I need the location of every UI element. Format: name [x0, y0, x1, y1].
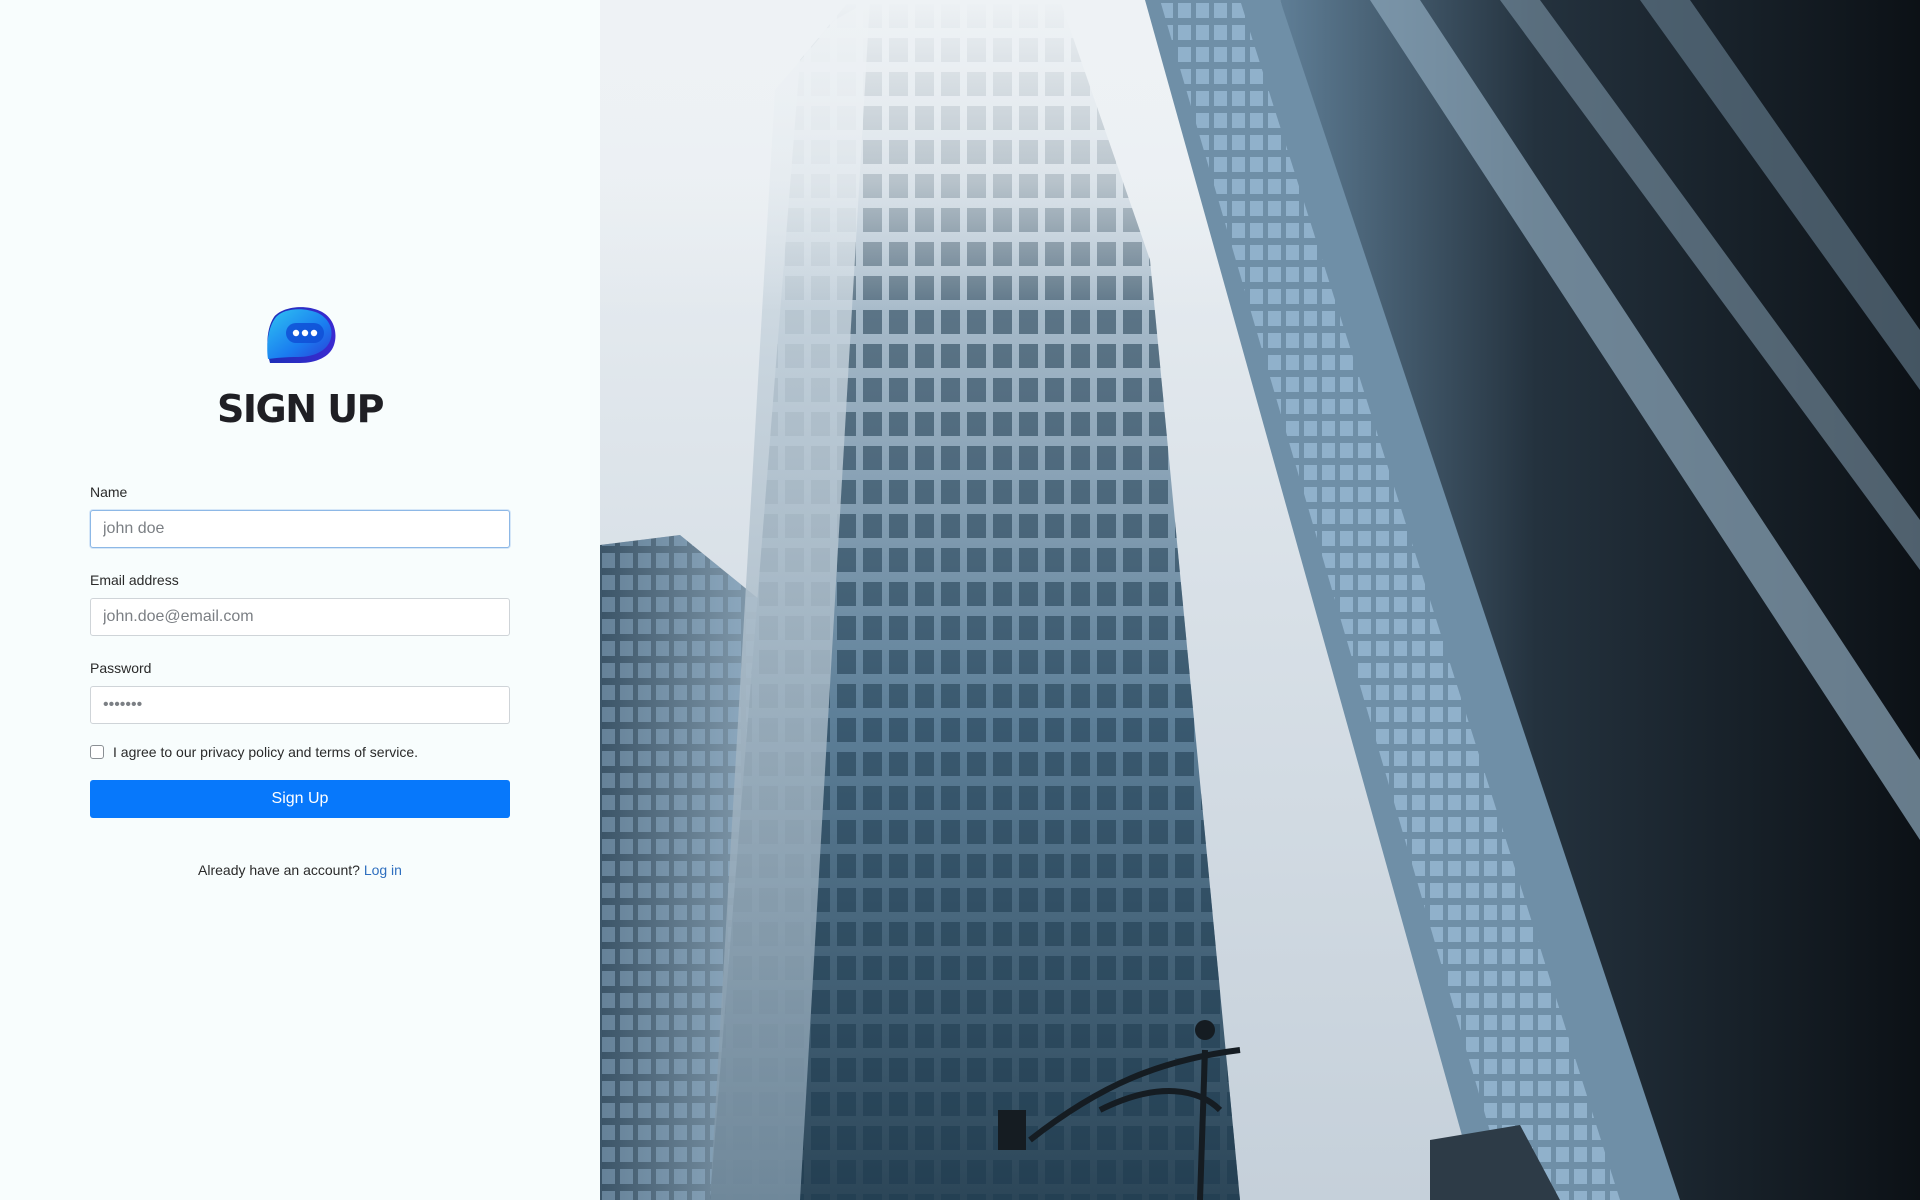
password-field-group: Password [90, 660, 510, 724]
login-prompt-text: Already have an account? [198, 862, 360, 878]
password-input[interactable] [90, 686, 510, 724]
name-input[interactable] [90, 510, 510, 548]
signup-form: Name Email address Password I agree to o… [90, 484, 510, 818]
skyscrapers-illustration [600, 0, 1920, 1200]
page-title: SIGN UP [217, 387, 384, 431]
signup-panel: SIGN UP Name Email address Password I ag… [0, 0, 600, 1200]
chat-bubble-logo-icon [267, 307, 336, 363]
login-link[interactable]: Log in [364, 862, 402, 878]
city-skyscrapers-photo [600, 0, 1920, 1200]
sign-up-button[interactable]: Sign Up [90, 780, 510, 818]
signup-page: SIGN UP Name Email address Password I ag… [0, 0, 1920, 1200]
name-field-group: Name [90, 484, 510, 548]
email-label: Email address [90, 572, 179, 588]
email-field-group: Email address [90, 572, 510, 636]
login-prompt-row: Already have an account? Log in [0, 862, 600, 878]
email-input[interactable] [90, 598, 510, 636]
password-label: Password [90, 660, 152, 676]
agree-checkbox[interactable] [90, 745, 104, 759]
name-label: Name [90, 484, 128, 500]
agree-label: I agree to our privacy policy and terms … [113, 744, 419, 760]
agree-row: I agree to our privacy policy and terms … [90, 742, 510, 762]
